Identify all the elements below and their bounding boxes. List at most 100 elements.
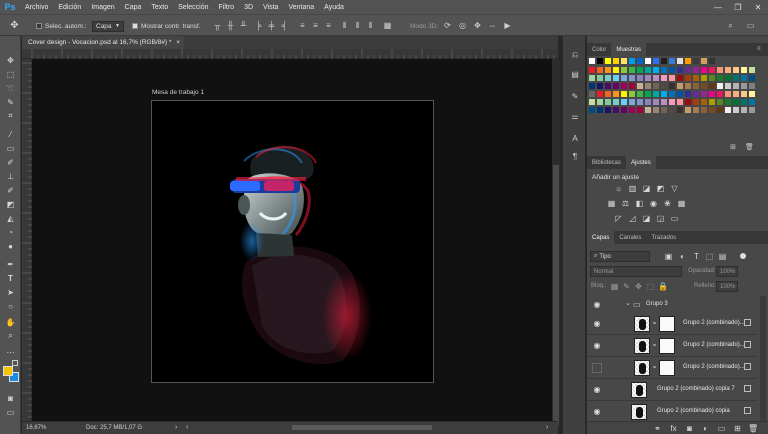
color-swatch[interactable] [701, 107, 707, 113]
color-swatch[interactable] [629, 58, 635, 64]
color-swatch[interactable] [629, 83, 635, 89]
color-swatch[interactable] [677, 67, 683, 73]
color-swatch[interactable] [589, 91, 595, 97]
color-swatch[interactable] [669, 91, 675, 97]
eraser-tool-icon[interactable]: ◩ [4, 198, 17, 210]
color-swatch[interactable] [693, 99, 699, 105]
align-left-icon[interactable]: ╞ [254, 21, 263, 30]
color-swatch[interactable] [629, 67, 635, 73]
color-swatch[interactable] [605, 58, 611, 64]
color-swatch[interactable] [653, 67, 659, 73]
color-swatch[interactable] [661, 83, 667, 89]
color-swatch[interactable] [637, 91, 643, 97]
align-right-icon[interactable]: ╡ [280, 21, 289, 30]
tab-bibliotecas[interactable]: Bibliotecas [587, 156, 626, 169]
hue-saturation-icon[interactable]: ▦ [607, 199, 616, 208]
chevron-down-icon[interactable]: ⌄ [625, 299, 631, 307]
color-swatch[interactable] [653, 58, 659, 64]
search-icon[interactable]: ⌕ [726, 21, 735, 30]
drag-3d-icon[interactable]: ✥ [473, 21, 482, 30]
layer-thumbnail[interactable] [634, 316, 650, 332]
tab-ajustes[interactable]: Ajustes [626, 156, 656, 169]
color-swatch[interactable] [605, 107, 611, 113]
color-swatch[interactable] [733, 91, 739, 97]
adjust-sliders-icon[interactable]: ⚌ [570, 112, 580, 122]
color-swatch[interactable] [741, 99, 747, 105]
color-swatch[interactable] [685, 67, 691, 73]
screen-mode-icon[interactable]: ▭ [4, 406, 17, 418]
layers-scrollbar[interactable] [760, 296, 766, 422]
color-swatch[interactable] [701, 83, 707, 89]
color-swatch[interactable] [709, 83, 715, 89]
color-swatch[interactable] [677, 75, 683, 81]
color-swatch[interactable] [637, 58, 643, 64]
menu-ventana[interactable]: Ventana [283, 4, 319, 11]
color-swatch[interactable] [733, 99, 739, 105]
distribute-top-icon[interactable]: ≡ [298, 21, 307, 30]
color-swatch[interactable] [669, 83, 675, 89]
layer-group-row[interactable]: ◉ ⌄ ▭ Grupo 3 [587, 296, 757, 314]
panel-menu-icon[interactable]: ≡ [757, 46, 761, 52]
fill-input[interactable]: 100% [716, 281, 738, 292]
color-swatch[interactable] [741, 67, 747, 73]
menu-filtro[interactable]: Filtro [214, 4, 240, 11]
color-swatch[interactable] [669, 107, 675, 113]
color-swatch[interactable] [725, 99, 731, 105]
color-swatch[interactable] [621, 67, 627, 73]
align-hcenter-icon[interactable]: ╪ [267, 21, 276, 30]
artboard-name[interactable]: Mesa de trabajo 1 [152, 89, 204, 96]
color-swatch[interactable] [701, 67, 707, 73]
document-tab[interactable]: Cover design - Vocacion.psd al 16,7% (RG… [22, 36, 184, 49]
character-icon[interactable]: A [570, 134, 580, 144]
color-swatch[interactable] [613, 99, 619, 105]
eye-icon[interactable]: ◉ [592, 319, 602, 329]
color-swatch[interactable] [685, 75, 691, 81]
tab-trazados[interactable]: Trazados [646, 231, 681, 244]
color-swatch[interactable] [621, 75, 627, 81]
color-swatch[interactable] [597, 91, 603, 97]
color-swatch[interactable] [653, 75, 659, 81]
auto-align-icon[interactable]: ▦ [383, 21, 392, 30]
curves-icon[interactable]: ◪ [642, 184, 651, 193]
horizontal-scroll-thumb[interactable] [292, 425, 432, 430]
align-bottom-icon[interactable]: ╨ [239, 21, 248, 30]
color-swatch[interactable] [749, 107, 755, 113]
layer-row[interactable]: ◉ ⚭ Grupo 2 (combinado)... [587, 335, 757, 357]
vertical-scroll-thumb[interactable] [553, 165, 559, 425]
color-swatch[interactable] [653, 91, 659, 97]
paragraph-icon[interactable]: ¶ [570, 152, 580, 162]
color-swatch[interactable] [749, 75, 755, 81]
color-swatch[interactable] [621, 107, 627, 113]
color-swatch[interactable] [733, 67, 739, 73]
color-swatch[interactable] [645, 67, 651, 73]
filter-shape-icon[interactable]: ⬚ [705, 252, 714, 261]
color-swatch[interactable] [709, 99, 715, 105]
move-tool-icon[interactable]: ✥ [4, 54, 17, 66]
vibrance-icon[interactable]: ▽ [670, 184, 679, 193]
move-tool-icon[interactable]: ✥ [10, 21, 19, 31]
color-swatch[interactable] [597, 107, 603, 113]
align-vcenter-icon[interactable]: ╫ [226, 21, 235, 30]
color-swatch[interactable] [661, 91, 667, 97]
color-swatch[interactable] [645, 99, 651, 105]
new-adjustment-icon[interactable]: ◐ [701, 424, 710, 433]
layer-row[interactable]: ◉ ⚭ Grupo 2 (combinado)... [587, 313, 757, 335]
menu-vista[interactable]: Vista [258, 4, 283, 11]
color-swatch[interactable] [653, 107, 659, 113]
layer-name[interactable]: Grupo 2 (combinado) copia [657, 408, 730, 414]
posterize-icon[interactable]: ◿ [628, 214, 637, 223]
blend-mode-dropdown[interactable]: Normal [590, 266, 682, 277]
color-swatch[interactable] [709, 107, 715, 113]
distribute-hcenter-icon[interactable]: ⦀ [353, 21, 362, 30]
black-white-icon[interactable]: ◧ [635, 199, 644, 208]
color-swatch[interactable] [701, 58, 707, 64]
eyedropper-tool-icon[interactable]: ⁄ [4, 128, 17, 140]
mask-link-icon[interactable]: ⚭ [652, 320, 657, 327]
layer-name[interactable]: Grupo 2 (combinado)... [683, 342, 745, 348]
eye-icon[interactable]: ◉ [592, 385, 602, 395]
swatches-grid[interactable] [587, 58, 757, 114]
color-swatch[interactable] [597, 83, 603, 89]
color-swatch[interactable] [725, 91, 731, 97]
color-swatch[interactable] [613, 75, 619, 81]
distribute-bottom-icon[interactable]: ≡ [324, 21, 333, 30]
